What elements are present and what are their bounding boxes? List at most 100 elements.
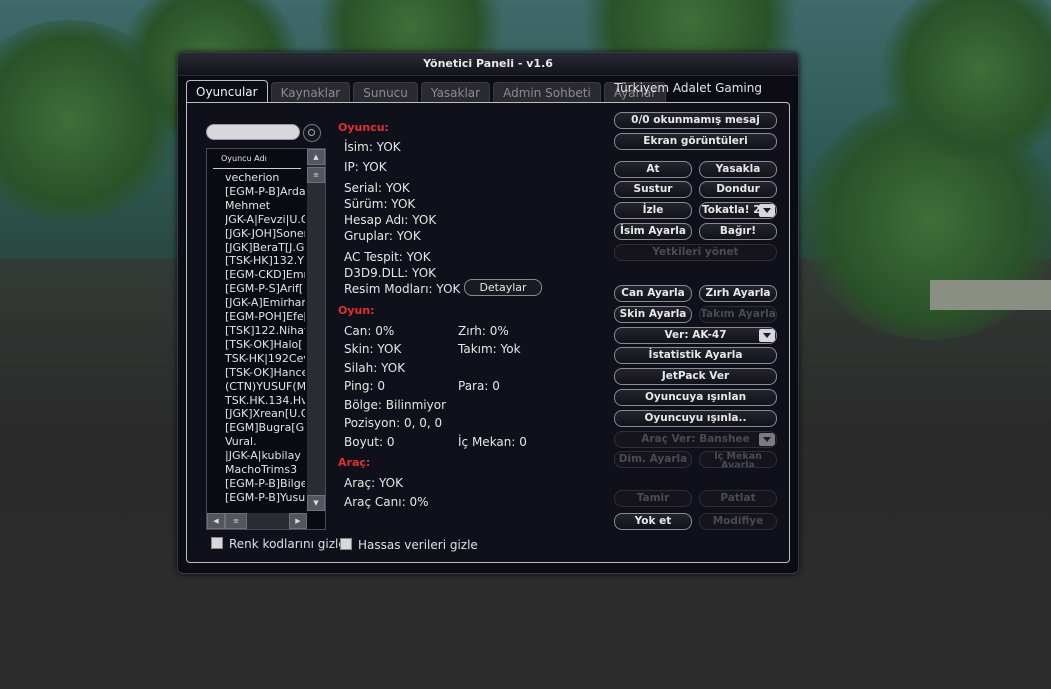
player-d3d9: D3D9.DLL: YOK [344, 266, 437, 280]
vertical-scrollbar[interactable]: ▲ ≡ ▼ [307, 149, 325, 511]
player-groups: Gruplar: YOK [344, 229, 421, 243]
list-item[interactable]: [EGM-P-B]Bilge [225, 477, 305, 491]
warp-player-button[interactable]: Oyuncuyu ışınla.. [614, 410, 777, 427]
list-item[interactable]: TSK.HK.134.Hv [225, 394, 305, 408]
list-item[interactable]: Mehmet [225, 199, 305, 213]
set-skin-button[interactable]: Skin Ayarla [614, 306, 692, 323]
list-item[interactable]: [TSK-OK]Halo[ [225, 338, 305, 352]
list-item[interactable]: [JGK]Xrean[U.O [225, 407, 305, 421]
player-section-label: Oyuncu: [338, 121, 389, 134]
set-health-button[interactable]: Can Ayarla [614, 285, 692, 302]
tab-admin-chat[interactable]: Admin Sohbeti [493, 82, 601, 103]
list-item[interactable]: TSK-HK|192Cev [225, 352, 305, 366]
tab-resources[interactable]: Kaynaklar [270, 82, 351, 103]
set-name-button[interactable]: İsim Ayarla [614, 223, 692, 240]
tab-bar: Oyuncular Kaynaklar Sunucu Yasaklar Admi… [186, 80, 669, 103]
list-item[interactable]: [TSK-OK]Hance [225, 366, 305, 380]
scroll-right-icon[interactable]: ▶ [289, 513, 307, 529]
set-interior-button[interactable]: İç Mekan Ayarla [699, 451, 777, 468]
set-armor-button[interactable]: Zırh Ayarla [699, 285, 777, 302]
checkbox-label: Renk kodlarını gizle [229, 537, 346, 551]
tab-server[interactable]: Sunucu [353, 82, 418, 103]
details-button[interactable]: Detaylar [464, 279, 542, 296]
player-weapon: Silah: YOK [344, 361, 406, 375]
set-team-button[interactable]: Takım Ayarla [699, 306, 777, 323]
player-version: Sürüm: YOK [344, 197, 416, 211]
player-interior: İç Mekan: 0 [458, 435, 527, 449]
tab-bans[interactable]: Yasaklar [420, 82, 491, 103]
player-dimension: Boyut: 0 [344, 435, 395, 449]
checkbox-box[interactable] [211, 537, 223, 549]
tab-players[interactable]: Oyuncular [186, 80, 268, 103]
kick-button[interactable]: At [614, 161, 692, 178]
scroll-up-icon[interactable]: ▲ [307, 149, 325, 165]
mute-button[interactable]: Sustur [614, 181, 692, 198]
server-brand: Türkiyem Adalet Gaming [614, 81, 762, 95]
hide-sensitive-checkbox[interactable]: Hassas verileri gizle [340, 538, 478, 552]
modify-vehicle-button[interactable]: Modifiye [699, 513, 777, 530]
scroll-thumb[interactable]: ≡ [307, 167, 325, 183]
list-item[interactable]: Vural. [225, 435, 305, 449]
chevron-down-icon[interactable] [759, 329, 775, 342]
player-ping: Ping: 0 [344, 379, 386, 393]
list-item[interactable]: |JGK-A|kubilay [225, 449, 305, 463]
destroy-vehicle-button[interactable]: Yok et [614, 513, 692, 530]
search-icon[interactable] [303, 124, 321, 142]
unread-messages-button[interactable]: 0/0 okunmamış mesaj [614, 112, 777, 129]
chevron-down-icon[interactable] [759, 433, 775, 446]
player-account: Hesap Adı: YOK [344, 213, 437, 227]
list-item[interactable]: [EGM-POH]Efe[ [225, 310, 305, 324]
set-stats-button[interactable]: İstatistik Ayarla [614, 347, 777, 364]
warp-to-player-button[interactable]: Oyuncuya ışınlan [614, 389, 777, 406]
give-jetpack-button[interactable]: JetPack Ver [614, 368, 777, 385]
list-item[interactable]: [JGK-JOH]Soner [225, 227, 305, 241]
horizontal-scrollbar[interactable]: ◀ ≡ ▶ [207, 513, 307, 529]
screenshots-button[interactable]: Ekran görüntüleri [614, 133, 777, 150]
list-item[interactable]: [EGM]Bugra[Gr [225, 421, 305, 435]
scroll-hthumb[interactable]: ≡ [225, 513, 247, 529]
list-header[interactable]: Oyuncu Adı [221, 154, 267, 163]
shout-button[interactable]: Bağır! [699, 223, 777, 240]
player-list: Oyuncu Adı vecherion [EGM-P-B]Arda Mehme… [206, 148, 326, 530]
scroll-down-icon[interactable]: ▼ [307, 495, 325, 511]
repair-button[interactable]: Tamir [614, 490, 692, 507]
game-section-label: Oyun: [338, 304, 375, 317]
player-serial: Serial: YOK [344, 181, 410, 195]
checkbox-box[interactable] [340, 538, 352, 550]
ban-button[interactable]: Yasakla [699, 161, 777, 178]
chevron-down-icon[interactable] [759, 204, 775, 217]
vehicle-section-label: Araç: [338, 456, 371, 469]
list-item[interactable]: MachoTrims3 [225, 463, 305, 477]
give-weapon-dropdown[interactable]: Ver: AK-47 [614, 327, 777, 344]
list-item[interactable]: [EGM-CKD]Emre [225, 268, 305, 282]
list-item[interactable]: [EGM-P-B]Yusu [225, 491, 305, 505]
set-dimension-button[interactable]: Dim. Ayarla [614, 451, 692, 468]
window-title[interactable]: Yönetici Paneli - v1.6 [178, 53, 798, 76]
list-item[interactable]: (CTN)YUSUF(M [225, 380, 305, 394]
blow-button[interactable]: Patlat [699, 490, 777, 507]
list-item[interactable]: [TSK]122.Nihat [225, 324, 305, 338]
list-item[interactable]: [EGM-P-B]Arda [225, 185, 305, 199]
list-item[interactable]: [JGK]BeraT[J.G [225, 241, 305, 255]
list-item[interactable]: [TSK-HK]132.Y [225, 254, 305, 268]
player-ip: IP: YOK [344, 160, 387, 174]
manage-rights-button[interactable]: Yetkileri yönet [614, 244, 777, 261]
slap-dropdown[interactable]: Tokatla! 20 [699, 202, 777, 219]
admin-panel-window: Yönetici Paneli - v1.6 Oyuncular Kaynakl… [177, 52, 799, 574]
hide-color-codes-checkbox[interactable]: Renk kodlarını gizle [211, 537, 346, 551]
freeze-button[interactable]: Dondur [699, 181, 777, 198]
list-item[interactable]: JGK-A|Fevzi|U.O [225, 213, 305, 227]
list-item[interactable]: [EGM-P-S]Arif[ [225, 282, 305, 296]
list-item[interactable]: [JGK-A]Emirhan [225, 296, 305, 310]
give-vehicle-dropdown[interactable]: Araç Ver: Banshee [614, 431, 777, 448]
vehicle-name: Araç: YOK [344, 476, 403, 490]
scroll-left-icon[interactable]: ◀ [207, 513, 225, 529]
list-item[interactable]: vecherion [225, 171, 305, 185]
player-money: Para: 0 [458, 379, 500, 393]
player-search-input[interactable] [206, 124, 300, 140]
player-image-mods: Resim Modları: YOK [344, 282, 461, 296]
player-name: İsim: YOK [344, 140, 401, 154]
spectate-button[interactable]: İzle [614, 202, 692, 219]
player-team: Takım: Yok [458, 342, 521, 356]
player-position: Pozisyon: 0, 0, 0 [344, 416, 443, 430]
